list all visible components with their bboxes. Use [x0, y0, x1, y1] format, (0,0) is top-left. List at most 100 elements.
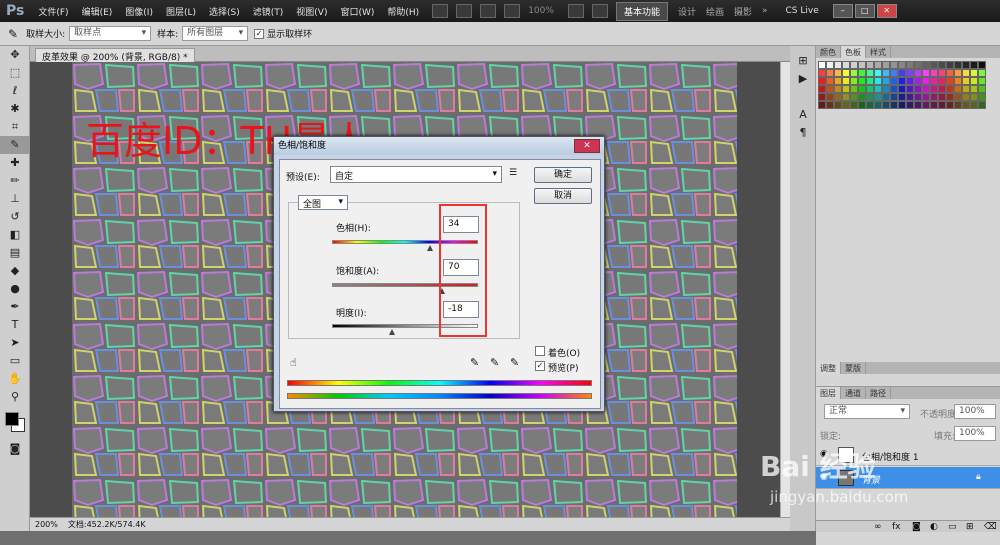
swatch[interactable] — [858, 101, 866, 109]
swatch[interactable] — [842, 69, 850, 77]
cs-live-button[interactable]: CS Live — [786, 6, 819, 16]
tab-channels[interactable]: 通道 — [841, 387, 866, 399]
swatch[interactable] — [882, 101, 890, 109]
swatch[interactable] — [898, 101, 906, 109]
swatch[interactable] — [874, 101, 882, 109]
swatch[interactable] — [874, 85, 882, 93]
menu-help[interactable]: 帮助(H) — [387, 5, 419, 18]
swatch[interactable] — [906, 77, 914, 85]
swatch[interactable] — [850, 93, 858, 101]
pen-tool-icon[interactable]: ✒ — [0, 298, 30, 316]
crop-tool-icon[interactable]: ⌗ — [0, 118, 30, 136]
swatch[interactable] — [858, 77, 866, 85]
swatch[interactable] — [954, 69, 962, 77]
hand-tool-icon[interactable] — [504, 4, 521, 18]
character-panel-icon[interactable]: A — [790, 106, 816, 124]
swatch[interactable] — [842, 93, 850, 101]
fill-input[interactable]: 100% — [954, 426, 996, 441]
swatch[interactable] — [914, 101, 922, 109]
tab-layers[interactable]: 图层 — [816, 387, 841, 399]
swatch[interactable] — [866, 69, 874, 77]
swatch[interactable] — [834, 61, 842, 69]
ok-button[interactable]: 确定 — [534, 167, 592, 183]
swatch[interactable] — [858, 93, 866, 101]
swatch[interactable] — [954, 61, 962, 69]
swatch[interactable] — [898, 85, 906, 93]
swatch[interactable] — [890, 69, 898, 77]
zoom-level[interactable]: 100% — [528, 6, 554, 16]
swatch[interactable] — [850, 85, 858, 93]
swatch[interactable] — [826, 77, 834, 85]
eraser-tool-icon[interactable]: ◧ — [0, 226, 30, 244]
swatch[interactable] — [842, 85, 850, 93]
swatch[interactable] — [858, 85, 866, 93]
swatch[interactable] — [842, 61, 850, 69]
gradient-tool-icon[interactable]: ▤ — [0, 244, 30, 262]
swatch[interactable] — [970, 77, 978, 85]
history-brush-icon[interactable]: ↺ — [0, 208, 30, 226]
swatch[interactable] — [818, 77, 826, 85]
swatch[interactable] — [842, 101, 850, 109]
swatch[interactable] — [954, 101, 962, 109]
swatch[interactable] — [898, 77, 906, 85]
swatch[interactable] — [826, 93, 834, 101]
swatch[interactable] — [858, 69, 866, 77]
swatch[interactable] — [938, 69, 946, 77]
swatch-grid[interactable] — [818, 61, 998, 109]
swatch[interactable] — [882, 69, 890, 77]
show-ring-checkbox[interactable]: ✓ — [254, 28, 265, 39]
screen-mode-icon[interactable] — [591, 4, 608, 18]
swatch[interactable] — [826, 85, 834, 93]
swatch[interactable] — [818, 61, 826, 69]
tab-swatches[interactable]: 色板 — [841, 46, 866, 58]
blur-tool-icon[interactable]: ◆ — [0, 262, 30, 280]
swatch[interactable] — [882, 85, 890, 93]
dialog-close-button[interactable]: ✕ — [574, 139, 600, 153]
menu-filter[interactable]: 滤镜(T) — [253, 5, 284, 18]
extras-icon[interactable] — [480, 4, 497, 18]
swatch[interactable] — [826, 69, 834, 77]
tab-masks[interactable]: 蒙版 — [841, 362, 866, 374]
swatch[interactable] — [946, 61, 954, 69]
swatch[interactable] — [930, 69, 938, 77]
swatch[interactable] — [890, 93, 898, 101]
dodge-tool-icon[interactable]: ● — [0, 280, 30, 298]
swatch[interactable] — [978, 61, 986, 69]
minibridge-icon[interactable] — [456, 4, 473, 18]
stamp-tool-icon[interactable]: ⊥ — [0, 190, 30, 208]
swatch[interactable] — [970, 101, 978, 109]
swatch[interactable] — [962, 77, 970, 85]
swatch[interactable] — [914, 69, 922, 77]
swatch[interactable] — [850, 101, 858, 109]
swatch[interactable] — [874, 69, 882, 77]
sample-select[interactable]: 所有图层 ▾ — [182, 26, 249, 41]
quick-mask-icon[interactable]: ◙ — [0, 440, 30, 458]
swatch[interactable] — [826, 61, 834, 69]
bridge-icon[interactable] — [432, 4, 449, 18]
swatch[interactable] — [922, 69, 930, 77]
swatch[interactable] — [866, 101, 874, 109]
swatch[interactable] — [914, 77, 922, 85]
swatch[interactable] — [978, 69, 986, 77]
swatch[interactable] — [914, 93, 922, 101]
swatch[interactable] — [898, 61, 906, 69]
swatch[interactable] — [818, 85, 826, 93]
status-zoom[interactable]: 200% — [35, 520, 58, 529]
swatch[interactable] — [898, 69, 906, 77]
hand-adjust-icon[interactable]: ☝ — [290, 356, 297, 369]
swatch[interactable] — [890, 77, 898, 85]
menu-layer[interactable]: 图层(L) — [166, 5, 196, 18]
arrange-icon[interactable] — [567, 4, 584, 18]
swatch[interactable] — [970, 85, 978, 93]
type-tool-icon[interactable]: T — [0, 316, 30, 334]
swatch[interactable] — [970, 61, 978, 69]
swatch[interactable] — [906, 93, 914, 101]
tab-color[interactable]: 颜色 — [816, 46, 841, 58]
workspace-painting[interactable]: 绘画 — [706, 5, 724, 18]
menu-view[interactable]: 视图(V) — [296, 5, 327, 18]
swatch[interactable] — [882, 93, 890, 101]
eyedropper-minus-icon[interactable]: ✎ — [510, 356, 519, 369]
swatch[interactable] — [978, 77, 986, 85]
opacity-input[interactable]: 100% — [954, 404, 996, 419]
workspace-essentials[interactable]: 基本功能 — [615, 1, 668, 21]
